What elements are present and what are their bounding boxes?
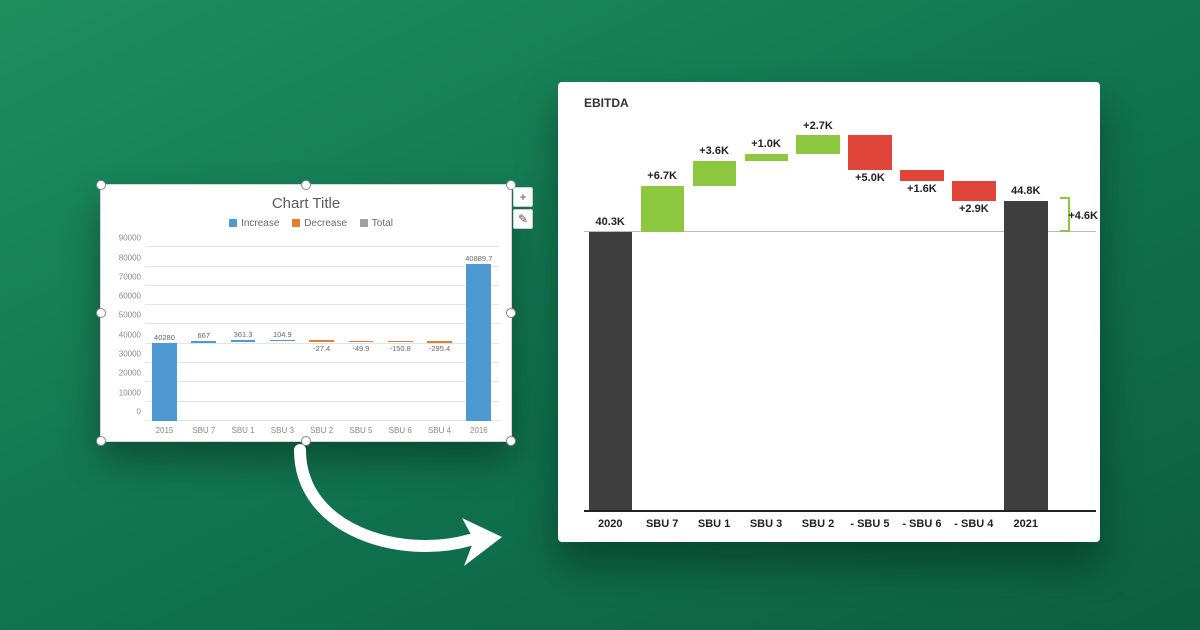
legend-swatch-decrease xyxy=(292,219,300,227)
data-label: -27.4 xyxy=(313,344,330,353)
data-label: -150.8 xyxy=(390,344,411,353)
legend-swatch-increase xyxy=(229,219,237,227)
x-tick: - SBU 5 xyxy=(850,518,889,530)
bar-sbu2 xyxy=(796,135,840,154)
data-label: +3.6K xyxy=(699,145,729,157)
resize-handle[interactable] xyxy=(96,436,106,446)
data-label: 40280 xyxy=(154,333,175,342)
bar-sbu6 xyxy=(388,341,413,342)
x-tick: 2021 xyxy=(1014,518,1038,530)
x-tick: 2020 xyxy=(598,518,622,530)
bar-sbu5 xyxy=(349,341,374,342)
brush-icon: ✎ xyxy=(518,213,528,225)
data-label: 667 xyxy=(197,331,210,340)
x-tick: SBU 4 xyxy=(428,426,451,435)
y-tick: 60000 xyxy=(109,292,141,301)
y-tick: 70000 xyxy=(109,272,141,281)
y-tick: 10000 xyxy=(109,388,141,397)
chart-elements-button[interactable]: + xyxy=(513,187,533,207)
x-tick: SBU 2 xyxy=(802,518,834,530)
x-tick: SBU 1 xyxy=(231,426,254,435)
bar-sbu6 xyxy=(900,170,944,181)
y-tick: 0 xyxy=(109,408,141,417)
plot-area: 0 10000 20000 30000 40000 50000 60000 70… xyxy=(145,247,499,421)
x-tick: - SBU 4 xyxy=(954,518,993,530)
y-tick: 40000 xyxy=(109,330,141,339)
x-tick: SBU 3 xyxy=(271,426,294,435)
x-tick: SBU 7 xyxy=(192,426,215,435)
y-tick: 90000 xyxy=(109,234,141,243)
bar-sbu3 xyxy=(745,154,789,161)
y-tick: 30000 xyxy=(109,350,141,359)
plus-icon: + xyxy=(519,191,526,203)
chart-styles-button[interactable]: ✎ xyxy=(513,209,533,229)
y-tick: 50000 xyxy=(109,311,141,320)
data-label: +5.0K xyxy=(855,172,885,184)
bar-total-2015 xyxy=(152,343,177,421)
x-tick: SBU 6 xyxy=(389,426,412,435)
bar-sbu4 xyxy=(427,341,452,343)
ebitda-waterfall-chart: EBITDA 40.3K +6.7K +3.6K +1.0K +2.7K +5.… xyxy=(558,82,1100,542)
data-label: 361.3 xyxy=(234,330,253,339)
bar-sbu7 xyxy=(641,186,685,233)
bar-sbu7 xyxy=(191,341,216,343)
legend-label-total: Total xyxy=(372,218,393,229)
data-label: +2.7K xyxy=(803,120,833,132)
bar-sbu3 xyxy=(270,340,295,341)
bar-total-2021 xyxy=(1004,201,1048,512)
data-label: +2.9K xyxy=(959,203,989,215)
bar-sbu2 xyxy=(309,340,334,341)
delta-label: +4.6K xyxy=(1068,210,1098,222)
x-tick: SBU 2 xyxy=(310,426,333,435)
data-label: 44.8K xyxy=(1011,185,1040,197)
y-tick: 80000 xyxy=(109,253,141,262)
resize-handle[interactable] xyxy=(301,436,311,446)
legend-swatch-total xyxy=(360,219,368,227)
x-tick: 2016 xyxy=(470,426,488,435)
resize-handle[interactable] xyxy=(301,180,311,190)
arrow-icon xyxy=(290,440,510,590)
bar-sbu5 xyxy=(848,135,892,170)
x-tick: SBU 5 xyxy=(349,426,372,435)
resize-handle[interactable] xyxy=(96,308,106,318)
chart-title: EBITDA xyxy=(558,82,1100,110)
data-label: +1.6K xyxy=(907,183,937,195)
data-label: 104.9 xyxy=(273,330,292,339)
data-label: 40889.7 xyxy=(465,254,492,263)
bar-total-2016 xyxy=(466,264,491,421)
data-label: 40.3K xyxy=(596,216,625,228)
resize-handle[interactable] xyxy=(506,436,516,446)
x-axis-line xyxy=(584,510,1096,512)
data-label: +1.0K xyxy=(751,138,781,150)
plot-area: 40.3K +6.7K +3.6K +1.0K +2.7K +5.0K +1.6… xyxy=(584,130,1052,512)
data-label: +6.7K xyxy=(647,170,677,182)
data-label: -49.9 xyxy=(352,344,369,353)
x-tick: SBU 1 xyxy=(698,518,730,530)
resize-handle[interactable] xyxy=(506,308,516,318)
excel-default-waterfall-chart[interactable]: + ✎ Chart Title Increase Decrease Total … xyxy=(100,184,512,442)
chart-legend: Increase Decrease Total xyxy=(101,218,511,229)
bar-sbu1 xyxy=(693,161,737,186)
x-tick: SBU 3 xyxy=(750,518,782,530)
x-tick: SBU 7 xyxy=(646,518,678,530)
bar-total-2020 xyxy=(589,232,633,512)
y-tick: 20000 xyxy=(109,369,141,378)
data-label: -295.4 xyxy=(429,344,450,353)
x-tick: - SBU 6 xyxy=(902,518,941,530)
legend-label-decrease: Decrease xyxy=(304,218,347,229)
legend-label-increase: Increase xyxy=(241,218,279,229)
x-tick: 2015 xyxy=(156,426,174,435)
bar-sbu4 xyxy=(952,181,996,201)
bar-sbu1 xyxy=(231,340,256,342)
resize-handle[interactable] xyxy=(96,180,106,190)
